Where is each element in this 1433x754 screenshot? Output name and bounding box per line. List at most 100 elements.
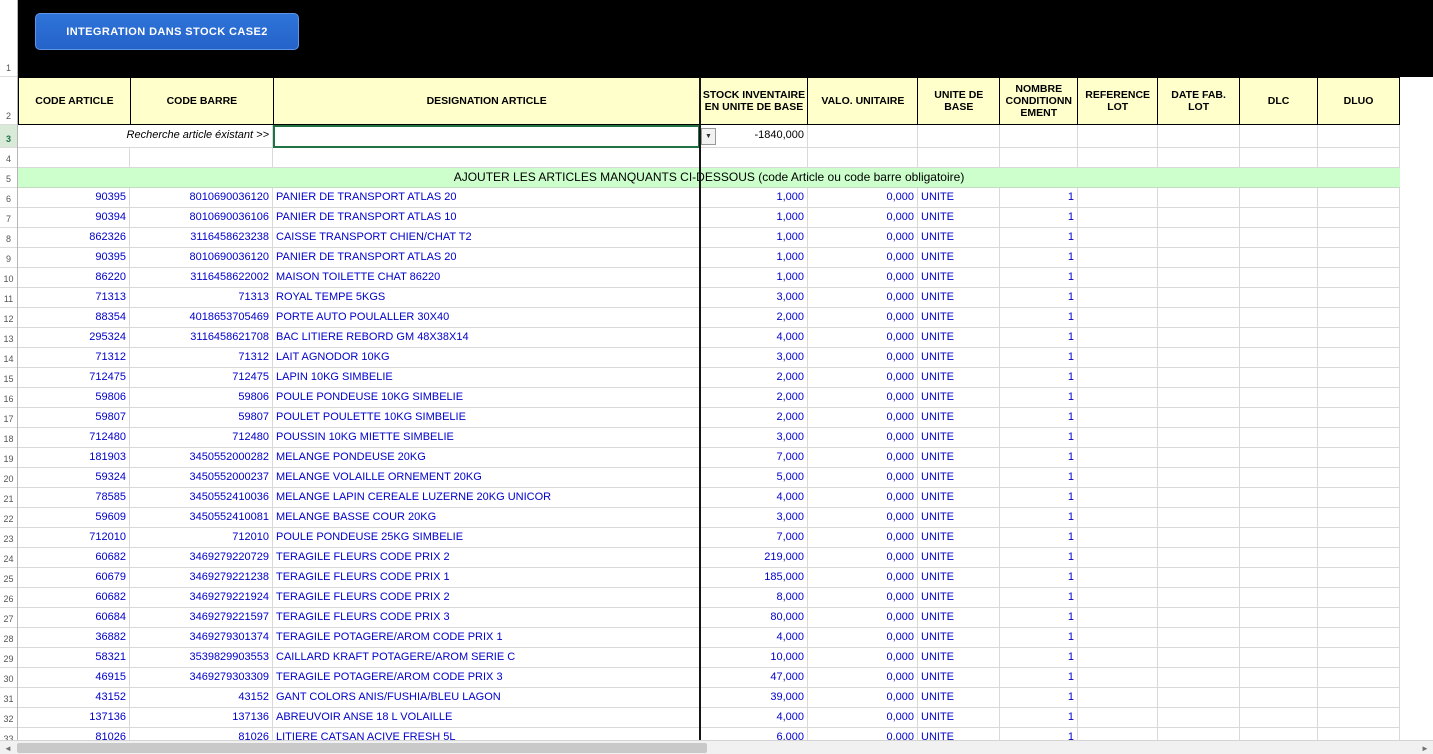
cell-date_fab[interactable] xyxy=(1158,408,1240,428)
row-header-8[interactable]: 8 xyxy=(0,228,17,248)
cell-nombre[interactable]: 1 xyxy=(1000,348,1078,368)
row-header-2[interactable]: 2 xyxy=(0,77,17,125)
cell-date_fab[interactable] xyxy=(1158,288,1240,308)
row-header-26[interactable]: 26 xyxy=(0,588,17,608)
cell-valo[interactable]: 0,000 xyxy=(808,388,918,408)
cell-ref_lot[interactable] xyxy=(1078,688,1158,708)
cell-designation[interactable]: PORTE AUTO POULALLER 30X40 xyxy=(273,308,700,328)
cell-ref_lot[interactable] xyxy=(1078,568,1158,588)
cell-stock[interactable]: 39,000 xyxy=(700,688,808,708)
row-header-6[interactable]: 6 xyxy=(0,188,17,208)
empty-cell[interactable] xyxy=(808,148,918,168)
cell-stock[interactable]: 1,000 xyxy=(700,268,808,288)
cell-valo[interactable]: 0,000 xyxy=(808,688,918,708)
cell-dlc[interactable] xyxy=(1240,188,1318,208)
cell-code_barre[interactable]: 3450552000282 xyxy=(130,448,273,468)
cell-designation[interactable]: PANIER DE TRANSPORT ATLAS 20 xyxy=(273,248,700,268)
cell-dluo[interactable] xyxy=(1318,488,1400,508)
cell-stock[interactable]: 2,000 xyxy=(700,388,808,408)
cell-code_article[interactable]: 78585 xyxy=(18,488,130,508)
cell-valo[interactable]: 0,000 xyxy=(808,268,918,288)
column-header-stock[interactable]: STOCK INVENTAIRE EN UNITE DE BASE xyxy=(701,78,809,125)
cell-ref_lot[interactable] xyxy=(1078,708,1158,728)
cell-unite[interactable]: UNITE xyxy=(918,408,1000,428)
cell-date_fab[interactable] xyxy=(1158,528,1240,548)
cell-nombre[interactable]: 1 xyxy=(1000,468,1078,488)
cell-code_article[interactable]: 712010 xyxy=(18,528,130,548)
cell-code_article[interactable]: 59609 xyxy=(18,508,130,528)
row-header-25[interactable]: 25 xyxy=(0,568,17,588)
row-header-18[interactable]: 18 xyxy=(0,428,17,448)
row-header-23[interactable]: 23 xyxy=(0,528,17,548)
cell-unite[interactable]: UNITE xyxy=(918,248,1000,268)
row-header-24[interactable]: 24 xyxy=(0,548,17,568)
cell-code_barre[interactable]: 8010690036120 xyxy=(130,188,273,208)
cell-code_article[interactable]: 90395 xyxy=(18,248,130,268)
cell-code_barre[interactable]: 3450552410036 xyxy=(130,488,273,508)
cell-code_article[interactable]: 181903 xyxy=(18,448,130,468)
cell-code_barre[interactable]: 3539829903553 xyxy=(130,648,273,668)
cell-valo[interactable]: 0,000 xyxy=(808,568,918,588)
cell-dlc[interactable] xyxy=(1240,428,1318,448)
cell-code_article[interactable]: 46915 xyxy=(18,668,130,688)
cell-stock[interactable]: 2,000 xyxy=(700,408,808,428)
cell-ref_lot[interactable] xyxy=(1078,548,1158,568)
cell-code_barre[interactable]: 137136 xyxy=(130,708,273,728)
cell-code_article[interactable]: 59806 xyxy=(18,388,130,408)
cell-code_article[interactable]: 137136 xyxy=(18,708,130,728)
cell-code_article[interactable]: 81026 xyxy=(18,728,130,740)
cell-dlc[interactable] xyxy=(1240,588,1318,608)
cell-stock[interactable]: 7,000 xyxy=(700,528,808,548)
cell-nombre[interactable]: 1 xyxy=(1000,228,1078,248)
empty-cell[interactable] xyxy=(1000,125,1078,148)
row-header-14[interactable]: 14 xyxy=(0,348,17,368)
cell-nombre[interactable]: 1 xyxy=(1000,508,1078,528)
column-header-nombre[interactable]: NOMBRE CONDITIONNEMENT xyxy=(1000,78,1078,125)
cell-ref_lot[interactable] xyxy=(1078,268,1158,288)
cell-nombre[interactable]: 1 xyxy=(1000,608,1078,628)
cell-date_fab[interactable] xyxy=(1158,668,1240,688)
column-header-ref_lot[interactable]: REFERENCE LOT xyxy=(1078,78,1158,125)
cell-designation[interactable]: CAISSE TRANSPORT CHIEN/CHAT T2 xyxy=(273,228,700,248)
cell-stock[interactable]: 185,000 xyxy=(700,568,808,588)
cell-stock[interactable]: 5,000 xyxy=(700,468,808,488)
cell-date_fab[interactable] xyxy=(1158,428,1240,448)
cell-date_fab[interactable] xyxy=(1158,248,1240,268)
cell-code_barre[interactable]: 3450552410081 xyxy=(130,508,273,528)
cell-dlc[interactable] xyxy=(1240,528,1318,548)
cell-dlc[interactable] xyxy=(1240,268,1318,288)
cell-code_barre[interactable]: 712480 xyxy=(130,428,273,448)
row-header-7[interactable]: 7 xyxy=(0,208,17,228)
cell-valo[interactable]: 0,000 xyxy=(808,448,918,468)
cell-stock[interactable]: 3,000 xyxy=(700,348,808,368)
cell-nombre[interactable]: 1 xyxy=(1000,408,1078,428)
cell-stock[interactable]: 6,000 xyxy=(700,728,808,740)
cell-stock[interactable]: 4,000 xyxy=(700,708,808,728)
cell-dluo[interactable] xyxy=(1318,628,1400,648)
cell-unite[interactable]: UNITE xyxy=(918,388,1000,408)
cell-ref_lot[interactable] xyxy=(1078,668,1158,688)
cell-dlc[interactable] xyxy=(1240,348,1318,368)
cell-unite[interactable]: UNITE xyxy=(918,488,1000,508)
row-header-12[interactable]: 12 xyxy=(0,308,17,328)
cell-designation[interactable]: MELANGE LAPIN CEREALE LUZERNE 20KG UNICO… xyxy=(273,488,700,508)
cell-dlc[interactable] xyxy=(1240,208,1318,228)
cell-designation[interactable]: TERAGILE FLEURS CODE PRIX 2 xyxy=(273,588,700,608)
cell-designation[interactable]: ABREUVOIR ANSE 18 L VOLAILLE xyxy=(273,708,700,728)
cell-valo[interactable]: 0,000 xyxy=(808,728,918,740)
cell-valo[interactable]: 0,000 xyxy=(808,588,918,608)
cell-unite[interactable]: UNITE xyxy=(918,468,1000,488)
cell-code_article[interactable]: 712475 xyxy=(18,368,130,388)
row-header-15[interactable]: 15 xyxy=(0,368,17,388)
cell-dlc[interactable] xyxy=(1240,488,1318,508)
row-header-11[interactable]: 11 xyxy=(0,288,17,308)
cell-date_fab[interactable] xyxy=(1158,468,1240,488)
cell-dluo[interactable] xyxy=(1318,328,1400,348)
cell-valo[interactable]: 0,000 xyxy=(808,628,918,648)
cell-dlc[interactable] xyxy=(1240,468,1318,488)
cell-stock[interactable]: 1,000 xyxy=(700,228,808,248)
cell-ref_lot[interactable] xyxy=(1078,428,1158,448)
cell-dluo[interactable] xyxy=(1318,228,1400,248)
cell-nombre[interactable]: 1 xyxy=(1000,288,1078,308)
cell-dlc[interactable] xyxy=(1240,368,1318,388)
